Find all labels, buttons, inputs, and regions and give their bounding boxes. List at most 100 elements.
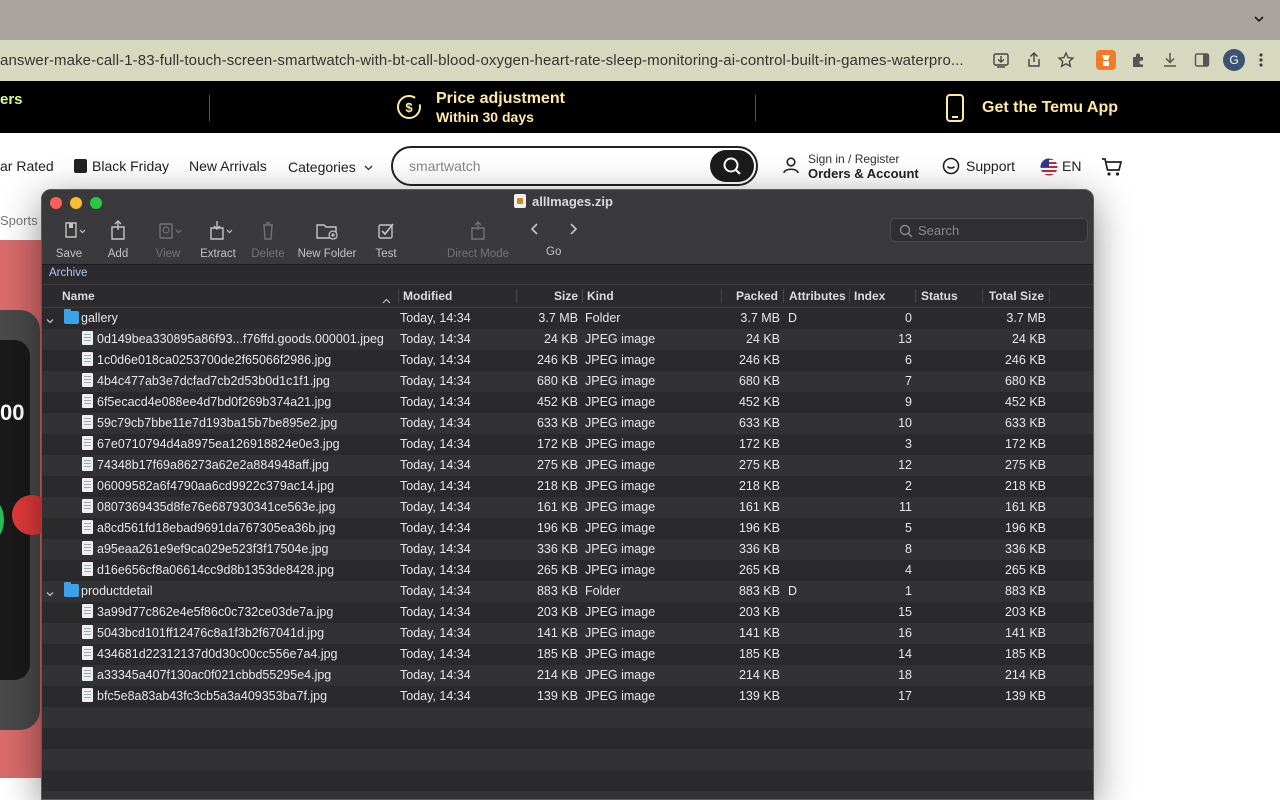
col-separator[interactable]: [516, 289, 517, 303]
disclosure-chevron-icon[interactable]: [45, 587, 55, 597]
site-search-input[interactable]: smartwatch: [391, 146, 758, 186]
col-separator[interactable]: [1049, 289, 1050, 303]
file-row[interactable]: 06009582a6f4790aa6cd9922c379ac14.jpg Toda…: [42, 476, 1093, 497]
share-icon[interactable]: [1024, 50, 1044, 70]
close-window-button[interactable]: [50, 197, 62, 209]
support-link[interactable]: Support: [942, 157, 1022, 177]
test-button[interactable]: Test: [356, 220, 416, 262]
col-separator[interactable]: [783, 289, 784, 303]
cell-modified: Today, 14:34: [400, 458, 471, 472]
cell-kind: JPEG image: [585, 332, 656, 346]
file-row[interactable]: 6f5ecacd4e088ee4d7bd0f269b374a21.jpg Toda…: [42, 392, 1093, 413]
file-row[interactable]: a33345a407f130ac0f021cbbd55295e4.jpg Toda…: [42, 665, 1093, 686]
calendar-icon: [74, 159, 87, 173]
zoom-window-button[interactable]: [90, 197, 102, 209]
price-adjustment-promo[interactable]: $ Price adjustment Within 30 days: [395, 90, 595, 126]
nav-new-arrivals[interactable]: New Arrivals: [189, 158, 267, 174]
cell-size: 185 KB: [536, 647, 578, 661]
col-modified[interactable]: Modified: [403, 289, 452, 303]
file-row[interactable]: 1c0d6e018ca0253700de2f65066f2986.jpg Toda…: [42, 350, 1093, 371]
col-status[interactable]: Status: [921, 289, 958, 303]
cell-modified: Today, 14:34: [400, 374, 471, 388]
url-text[interactable]: answer-make-call-1-83-full-touch-screen-…: [0, 51, 985, 71]
minimize-window-button[interactable]: [70, 197, 82, 209]
account-menu[interactable]: Sign in / Register Orders & Account: [782, 150, 932, 182]
folder-row[interactable]: gallery Today, 14:34 3.7 MB Folder 3.7 MB D 0 3…: [42, 308, 1093, 329]
cell-size: 214 KB: [536, 668, 578, 682]
site-search-placeholder: smartwatch: [409, 158, 481, 174]
empty-row: [42, 707, 1093, 728]
sort-ascending-icon[interactable]: [382, 292, 391, 307]
folder-row[interactable]: productdetail Today, 14:34 883 KB Folder 883…: [42, 581, 1093, 602]
col-separator[interactable]: [915, 289, 916, 303]
col-packed[interactable]: Packed: [722, 289, 778, 303]
user-icon: [782, 156, 800, 179]
col-size[interactable]: Size: [528, 289, 578, 303]
col-kind[interactable]: Kind: [587, 289, 614, 303]
disclosure-chevron-icon[interactable]: [45, 314, 55, 324]
file-row[interactable]: 59c79cb7bbe11e7d193ba15b7be895e2.jpg Toda…: [42, 413, 1093, 434]
cell-name: 06009582a6f4790aa6cd9922c379ac14.jpg: [97, 479, 335, 493]
cart-icon[interactable]: [1101, 156, 1123, 178]
bookmark-star-icon[interactable]: [1056, 50, 1076, 70]
nav-star-rated[interactable]: ar Rated: [0, 158, 54, 174]
get-app-promo[interactable]: Get the Temu App: [945, 94, 1145, 122]
cell-modified: Today, 14:34: [400, 584, 471, 598]
file-row[interactable]: 5043bcd101ff12476c8a1f3b2f67041d.jpg Toda…: [42, 623, 1093, 644]
browser-tabstrip: [0, 0, 1280, 40]
install-app-icon[interactable]: [991, 50, 1011, 70]
tab-list-chevron-icon[interactable]: [1252, 12, 1266, 26]
forward-icon[interactable]: [567, 222, 579, 239]
file-row[interactable]: 434681d22312137d0d30c00cc556e7a4.jpg Toda…: [42, 644, 1093, 665]
file-row[interactable]: 3a99d77c862e4e5f86c0c732ce03de7a.jpg Toda…: [42, 602, 1093, 623]
cell-total-size: 203 KB: [1004, 605, 1046, 619]
cell-kind: JPEG image: [585, 563, 656, 577]
back-icon[interactable]: [529, 222, 541, 239]
extensions-puzzle-icon[interactable]: [1128, 50, 1148, 70]
cell-index: 15: [898, 605, 912, 619]
direct-mode-button[interactable]: Direct Mode: [442, 220, 514, 262]
breadcrumb[interactable]: Sports: [0, 213, 38, 228]
col-attributes[interactable]: Attributes: [789, 289, 846, 303]
profile-avatar[interactable]: G: [1223, 49, 1245, 71]
side-panel-icon[interactable]: [1192, 50, 1212, 70]
new-folder-button[interactable]: New Folder: [297, 220, 357, 262]
cell-total-size: 218 KB: [1004, 479, 1046, 493]
file-row[interactable]: 4b4c477ab3e7dcfad7cb2d53b0d1c1f1.jpg Toda…: [42, 371, 1093, 392]
browser-toolbar: answer-make-call-1-83-full-touch-screen-…: [0, 40, 1280, 81]
cell-modified: Today, 14:34: [400, 647, 471, 661]
col-separator[interactable]: [849, 289, 850, 303]
nav-black-friday[interactable]: Black Friday: [74, 158, 169, 174]
promo-divider: [209, 95, 210, 121]
support-chat-icon: [942, 157, 960, 180]
file-row[interactable]: 67e0710794d4a8975ea126918824e0e3.jpg Toda…: [42, 434, 1093, 455]
downloads-icon[interactable]: [1160, 50, 1180, 70]
file-row[interactable]: d16e656cf8a06614cc9d8b1353de8428.jpg Toda…: [42, 560, 1093, 581]
file-row[interactable]: 0d149bea330895a86f93...f76ffd.goods.0000…: [42, 329, 1093, 350]
col-index[interactable]: Index: [854, 289, 885, 303]
archive-search-input[interactable]: Search: [890, 218, 1088, 242]
file-row[interactable]: a95eaa261e9ef9ca029e523f3f17504e.jpg Toda…: [42, 539, 1093, 560]
nav-categories[interactable]: Categories: [288, 158, 373, 175]
file-row[interactable]: 74348b17f69a86273a62e2a884948aff.jpg Toda…: [42, 455, 1093, 476]
jpeg-file-icon: [82, 520, 93, 534]
site-search-button[interactable]: [710, 150, 754, 182]
col-name[interactable]: Name: [62, 289, 95, 303]
file-row[interactable]: a8cd561fd18ebad9691da767305ea36b.jpg Toda…: [42, 518, 1093, 539]
language-selector[interactable]: EN: [1040, 157, 1090, 177]
cell-modified: Today, 14:34: [400, 479, 471, 493]
browser-menu-icon[interactable]: [1258, 50, 1264, 70]
col-separator[interactable]: [398, 289, 399, 303]
jpeg-file-icon: [82, 373, 93, 387]
extension-icon[interactable]: [1096, 50, 1116, 70]
file-row[interactable]: 0807369435d8fe76e687930341ce563e.jpg Toda…: [42, 497, 1093, 518]
col-total-size[interactable]: Total Size: [986, 289, 1044, 303]
promo-left-text[interactable]: ers: [0, 91, 23, 108]
col-separator[interactable]: [582, 289, 583, 303]
address-bar[interactable]: answer-make-call-1-83-full-touch-screen-…: [0, 40, 1090, 81]
delete-button[interactable]: Delete: [238, 220, 298, 262]
col-separator[interactable]: [982, 289, 983, 303]
jpeg-file-icon: [82, 541, 93, 555]
file-row[interactable]: bfc5e8a83ab43fc3cb5a3a409353ba7f.jpg Toda…: [42, 686, 1093, 707]
path-archive-link[interactable]: Archive: [49, 267, 87, 279]
